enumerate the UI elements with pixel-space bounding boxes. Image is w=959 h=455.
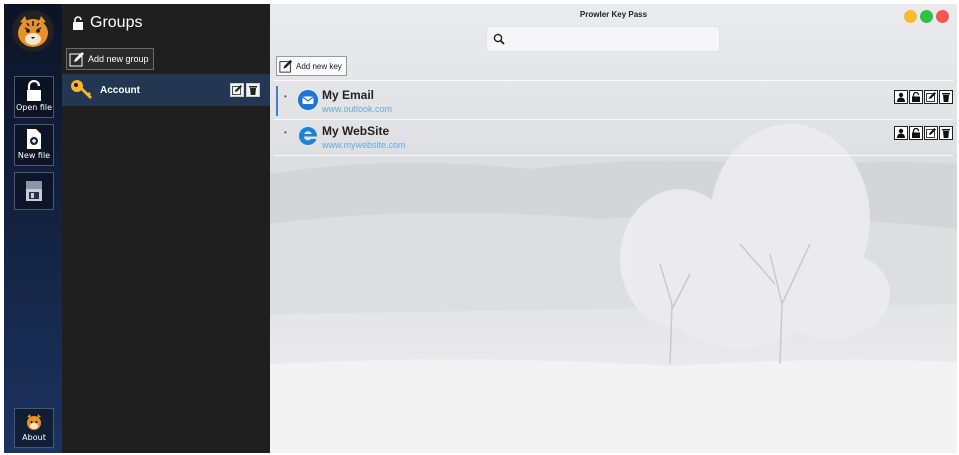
edit-icon bbox=[926, 128, 936, 138]
key-entry-my-email[interactable]: • My Email www.outlook.com bbox=[276, 84, 953, 118]
delete-group-button[interactable] bbox=[246, 83, 260, 97]
unlock-icon bbox=[912, 128, 920, 138]
entry-actions bbox=[894, 90, 953, 104]
edit-key-button[interactable] bbox=[924, 126, 938, 140]
main-area: Prowler Key Pass Add new key • My Email … bbox=[270, 4, 957, 453]
about-label: About bbox=[22, 433, 46, 442]
window-title: Prowler Key Pass bbox=[579, 10, 648, 19]
unlock-icon bbox=[27, 80, 41, 101]
copy-password-button[interactable] bbox=[909, 90, 923, 104]
app-window: Open file New file About Groups Add new … bbox=[4, 4, 957, 453]
key-entry-title: My Email bbox=[322, 88, 375, 102]
expand-toggle[interactable]: • bbox=[284, 92, 287, 101]
edit-key-button[interactable] bbox=[924, 90, 938, 104]
user-icon bbox=[897, 128, 905, 138]
key-entry-my-website[interactable]: • My WebSite www.mywebsite.com bbox=[276, 120, 953, 154]
edit-icon bbox=[926, 92, 936, 102]
new-file-button[interactable]: New file bbox=[14, 124, 54, 166]
minimize-button[interactable] bbox=[904, 10, 917, 23]
search-input[interactable] bbox=[509, 33, 699, 45]
edge-browser-icon bbox=[299, 126, 318, 145]
key-entry-url[interactable]: www.mywebsite.com bbox=[322, 140, 406, 150]
outlook-mail-icon bbox=[298, 90, 318, 110]
save-icon bbox=[26, 181, 42, 201]
trash-icon bbox=[942, 93, 950, 102]
key-icon bbox=[71, 80, 92, 99]
tiger-small-icon bbox=[27, 414, 41, 430]
key-entry-title: My WebSite bbox=[322, 124, 390, 138]
new-file-label: New file bbox=[17, 151, 51, 160]
new-file-icon bbox=[27, 129, 41, 149]
open-file-label: Open file bbox=[15, 103, 53, 112]
groups-panel: Groups Add new group Account bbox=[62, 4, 270, 453]
add-key-button[interactable]: Add new key bbox=[276, 56, 347, 76]
left-rail: Open file New file About bbox=[4, 4, 62, 453]
maximize-button[interactable] bbox=[920, 10, 933, 23]
unlock-icon bbox=[73, 16, 83, 30]
add-key-label: Add new key bbox=[296, 61, 342, 71]
expand-toggle[interactable]: • bbox=[284, 128, 287, 137]
edit-icon bbox=[279, 59, 293, 73]
key-entry-url[interactable]: www.outlook.com bbox=[322, 104, 392, 114]
group-item-label: Account bbox=[100, 84, 140, 96]
groups-title: Groups bbox=[90, 14, 143, 31]
close-button[interactable] bbox=[936, 10, 949, 23]
trash-icon bbox=[249, 86, 257, 95]
groups-header: Groups bbox=[72, 14, 142, 32]
selection-indicator bbox=[276, 86, 278, 116]
edit-icon bbox=[232, 85, 242, 95]
delete-key-button[interactable] bbox=[939, 90, 953, 104]
search-box[interactable] bbox=[486, 26, 720, 52]
search-icon bbox=[493, 33, 505, 45]
trash-icon bbox=[942, 129, 950, 138]
entry-actions bbox=[894, 126, 953, 140]
winter-landscape-background bbox=[270, 4, 957, 453]
open-file-button[interactable]: Open file bbox=[14, 76, 54, 118]
unlock-icon bbox=[912, 92, 920, 102]
tiger-logo-icon bbox=[12, 10, 54, 52]
delete-key-button[interactable] bbox=[939, 126, 953, 140]
group-item-account[interactable]: Account bbox=[62, 74, 270, 106]
add-group-button[interactable]: Add new group bbox=[66, 48, 154, 70]
about-button[interactable]: About bbox=[14, 408, 54, 448]
add-group-label: Add new group bbox=[88, 54, 149, 64]
copy-username-button[interactable] bbox=[894, 126, 908, 140]
edit-icon bbox=[69, 52, 84, 67]
divider bbox=[274, 155, 953, 156]
edit-group-button[interactable] bbox=[230, 83, 244, 97]
divider bbox=[274, 80, 953, 81]
user-icon bbox=[897, 92, 905, 102]
window-controls bbox=[904, 10, 949, 23]
save-button[interactable] bbox=[14, 172, 54, 210]
copy-username-button[interactable] bbox=[894, 90, 908, 104]
copy-password-button[interactable] bbox=[909, 126, 923, 140]
